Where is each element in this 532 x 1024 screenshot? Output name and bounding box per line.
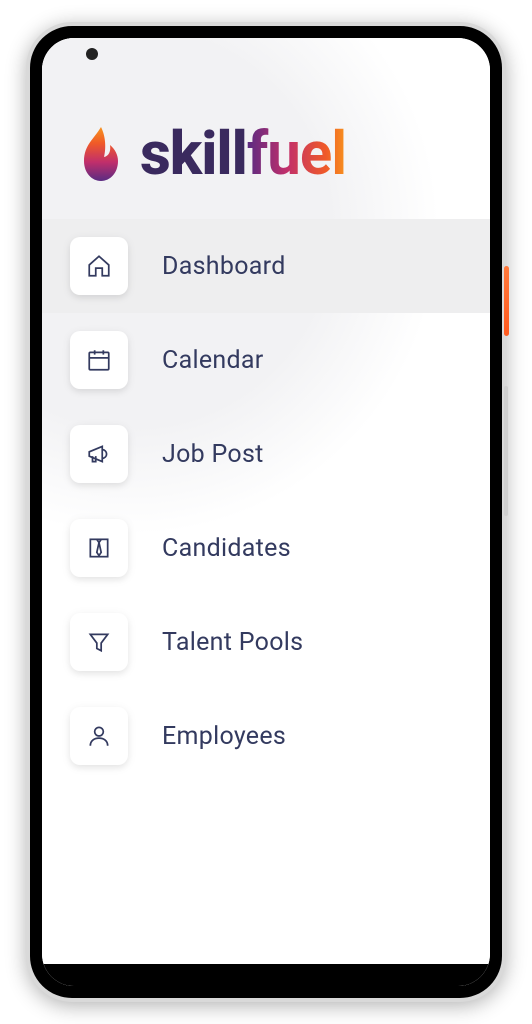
nav-label: Job Post [162, 440, 264, 469]
android-nav-bar [42, 964, 490, 986]
nav-label: Dashboard [162, 252, 286, 281]
flame-icon [76, 125, 126, 183]
screen: skillfuel Dashboard Calendar [42, 38, 490, 986]
nav-item-calendar[interactable]: Calendar [42, 313, 490, 407]
nav-label: Calendar [162, 346, 264, 375]
power-button [504, 266, 509, 336]
nav-item-dashboard[interactable]: Dashboard [42, 219, 490, 313]
funnel-icon [70, 613, 128, 671]
volume-button [504, 386, 508, 516]
nav-label: Employees [162, 722, 286, 751]
calendar-icon [70, 331, 128, 389]
brand-text-bold: skill [140, 118, 247, 189]
nav-label: Candidates [162, 534, 291, 563]
brand-text: skillfuel [140, 118, 346, 189]
home-icon [70, 237, 128, 295]
tie-icon [70, 519, 128, 577]
nav-item-candidates[interactable]: Candidates [42, 501, 490, 595]
nav-item-talent-pools[interactable]: Talent Pools [42, 595, 490, 689]
nav-item-job-post[interactable]: Job Post [42, 407, 490, 501]
person-icon [70, 707, 128, 765]
brand-text-gradient: fuel [247, 118, 346, 189]
phone-frame: skillfuel Dashboard Calendar [26, 22, 506, 1002]
brand-logo: skillfuel [42, 98, 490, 219]
front-camera [86, 48, 98, 60]
app-content: skillfuel Dashboard Calendar [42, 38, 490, 986]
megaphone-icon [70, 425, 128, 483]
nav-item-employees[interactable]: Employees [42, 689, 490, 783]
nav-label: Talent Pools [162, 628, 303, 657]
sidebar-nav: Dashboard Calendar Job Post [42, 219, 490, 783]
